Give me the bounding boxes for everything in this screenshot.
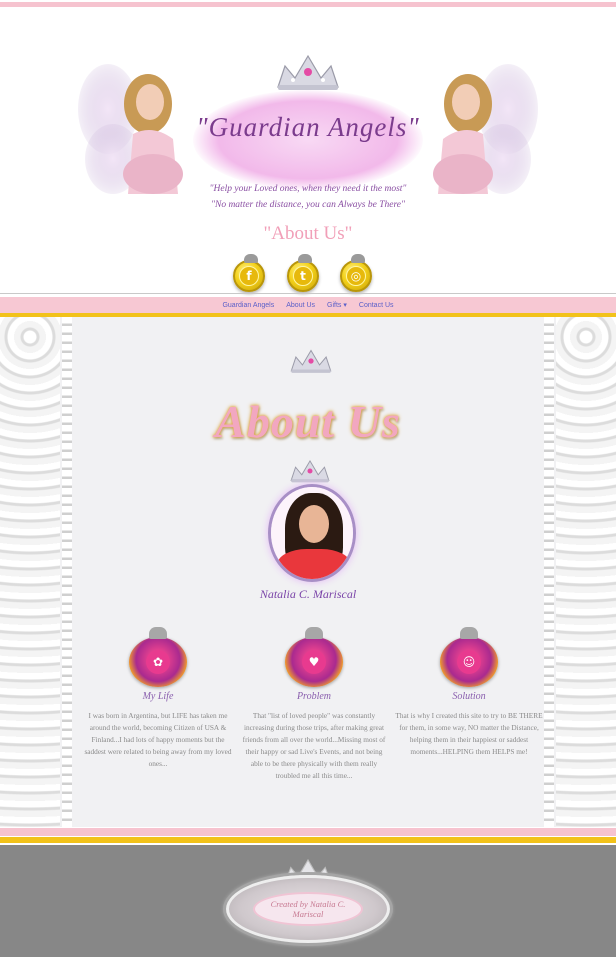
divider: [0, 293, 616, 294]
fairy-right-image: [433, 64, 538, 194]
footer: Created by Natalia C. Mariscal: [0, 845, 616, 957]
tagline-line-2: "No matter the distance, you can Always …: [211, 200, 405, 210]
main-nav: Guardian Angels About Us Gifts ▾ Contact…: [0, 297, 616, 313]
lace-border-left: [0, 317, 60, 827]
feature-text: I was born in Argentina, but LIFE has ta…: [84, 711, 232, 768]
yellow-bar-bottom: [0, 837, 616, 843]
solution-badge: ☺: [440, 627, 498, 687]
instagram-button[interactable]: ◎: [340, 254, 372, 292]
heart-icon: ♥: [302, 650, 326, 674]
facebook-icon: f: [239, 266, 259, 286]
guardian-angels-banner: "Guardian Angels" "Help your Loved ones,…: [78, 46, 538, 226]
fairy-left-image: [78, 64, 183, 194]
lace-border-right: [556, 317, 616, 827]
nav-about-us[interactable]: About Us: [286, 302, 315, 309]
profile-portrait: [268, 484, 356, 582]
angel-icon: ☺: [457, 650, 481, 674]
instagram-icon: ◎: [346, 266, 366, 286]
badge-cap: [149, 627, 167, 639]
feature-label: Solution: [452, 691, 486, 702]
about-us-heading: About Us: [215, 396, 401, 447]
footer-signature-badge: Created by Natalia C. Mariscal: [226, 875, 390, 943]
feature-label: Problem: [296, 691, 332, 702]
signature: Natalia C. Mariscal: [259, 587, 357, 601]
footer-badge-text: Created by Natalia C. Mariscal: [253, 892, 363, 926]
about-content: About Us Natalia C. Mariscal ✿ My Life I…: [0, 317, 616, 827]
feature-text: That is why I created this site to try t…: [395, 711, 543, 756]
top-pink-bar: [0, 2, 616, 7]
baby-icon: ✿: [146, 650, 170, 674]
pearl-strand-left: [62, 317, 72, 827]
pearl-strand-right: [544, 317, 554, 827]
tiara-icon: [277, 54, 339, 90]
button-cap: [298, 254, 312, 263]
pink-bar-bottom: [0, 828, 616, 836]
twitter-button[interactable]: t: [287, 254, 319, 292]
nav-contact-us[interactable]: Contact Us: [359, 302, 394, 309]
badge-cap: [460, 627, 478, 639]
twitter-icon: t: [293, 266, 313, 286]
feature-text: That "list of loved people" was constant…: [242, 711, 386, 780]
facebook-button[interactable]: f: [233, 254, 265, 292]
page-subtitle: "About Us": [263, 223, 353, 244]
my-life-badge: ✿: [129, 627, 187, 687]
banner-title: "Guardian Angels": [196, 112, 420, 142]
chevron-down-icon: ▾: [343, 302, 347, 309]
header: "Guardian Angels" "Help your Loved ones,…: [0, 10, 616, 295]
button-cap: [351, 254, 365, 263]
nav-guardian-angels[interactable]: Guardian Angels: [222, 302, 274, 309]
feature-solution: ☺ Solution That is why I created this si…: [394, 627, 544, 758]
badge-cap: [305, 627, 323, 639]
nav-gifts-label: Gifts: [327, 302, 342, 309]
tiara-icon: [290, 349, 332, 373]
problem-badge: ♥: [285, 627, 343, 687]
feature-my-life: ✿ My Life I was born in Argentina, but L…: [83, 627, 233, 770]
nav-gifts[interactable]: Gifts ▾: [327, 301, 347, 309]
feature-label: My Life: [142, 691, 174, 702]
tagline-line-1: "Help your Loved ones, when they need it…: [209, 184, 407, 194]
feature-problem: ♥ Problem That "list of loved people" wa…: [239, 627, 389, 782]
button-cap: [244, 254, 258, 263]
tiara-icon: [290, 460, 330, 483]
